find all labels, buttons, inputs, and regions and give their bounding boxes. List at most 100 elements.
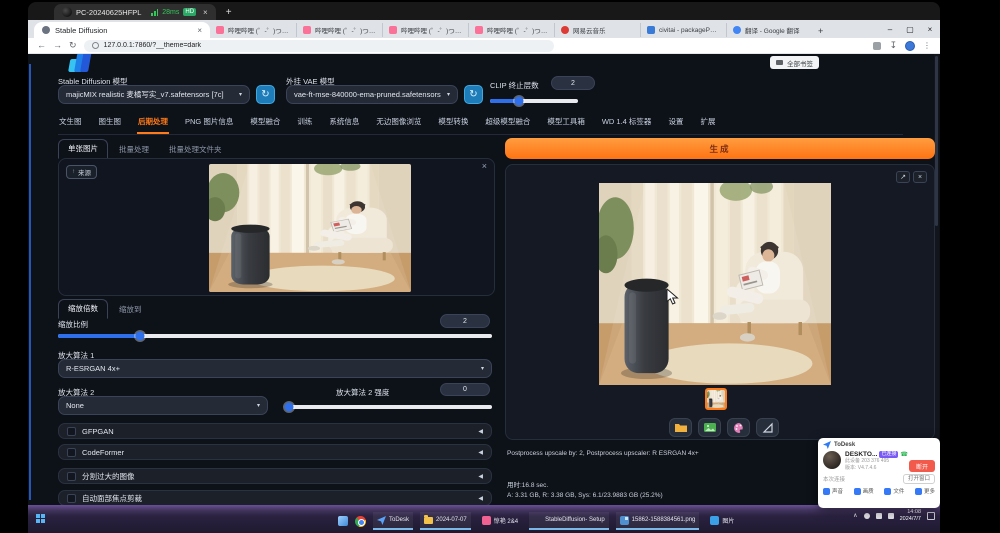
tray-icon[interactable] bbox=[864, 513, 870, 519]
tab-model-toolkit[interactable]: 模型工具箱 bbox=[546, 116, 586, 134]
upscaler2-strength-value[interactable]: 0 bbox=[440, 383, 490, 396]
profile-avatar[interactable] bbox=[905, 41, 915, 51]
tab-settings[interactable]: 设置 bbox=[667, 116, 684, 134]
tab-scale-to[interactable]: 缩放到 bbox=[110, 301, 151, 319]
menu-kebab-icon[interactable]: ⋮ bbox=[923, 41, 931, 50]
close-gallery-icon[interactable]: × bbox=[913, 171, 927, 183]
slider-knob[interactable] bbox=[285, 403, 294, 412]
subtab-single-image[interactable]: 单张图片 bbox=[58, 139, 108, 159]
browser-tab-active[interactable]: Stable Diffusion × bbox=[34, 22, 210, 38]
clip-skip-slider[interactable] bbox=[490, 99, 578, 103]
tab-train[interactable]: 训练 bbox=[296, 116, 313, 134]
fullscreen-icon[interactable]: ↗ bbox=[896, 171, 910, 183]
url-bar[interactable]: 127.0.0.1:7860/?__theme=dark bbox=[84, 40, 554, 52]
extensions-icon[interactable] bbox=[873, 42, 881, 50]
collapse-arrow-icon[interactable]: ◀ bbox=[478, 473, 483, 480]
sd-model-dropdown[interactable]: majicMIX realistic 麦橘写实_v7.safetensors [… bbox=[58, 85, 250, 104]
vae-dropdown[interactable]: vae-ft-mse-840000-ema-pruned.safetensors… bbox=[286, 85, 458, 104]
scale-slider[interactable] bbox=[58, 334, 492, 338]
checkbox[interactable] bbox=[67, 494, 76, 503]
browser-tab[interactable]: 哔哩哔哩 (゜-゜)つロ 干杯~-bili... bbox=[210, 23, 296, 37]
disconnect-button[interactable]: 断开 bbox=[909, 460, 935, 472]
taskbar-item-pictures[interactable]: 图片 bbox=[706, 512, 738, 530]
close-tab-icon[interactable]: × bbox=[197, 26, 202, 35]
new-session-icon[interactable]: + bbox=[226, 7, 232, 18]
tab-img2img[interactable]: 图生图 bbox=[98, 116, 123, 134]
upscaler2-dropdown[interactable]: None ▾ bbox=[58, 396, 268, 415]
checkbox[interactable] bbox=[67, 448, 76, 457]
speaker-icon[interactable] bbox=[876, 513, 882, 519]
source-image[interactable] bbox=[209, 164, 411, 292]
checkbox[interactable] bbox=[67, 472, 76, 481]
refresh-sd-model-button[interactable]: ↻ bbox=[256, 85, 275, 104]
tab-wd14-tagger[interactable]: WD 1.4 标签器 bbox=[601, 116, 653, 134]
remote-session-tab[interactable]: PC-20240625HFPL 28ms HD × bbox=[54, 4, 216, 20]
taskbar-item-png[interactable]: 15862-1588384561.png bbox=[616, 512, 700, 530]
browser-tab[interactable]: civitai - packagePTStudio bbox=[640, 23, 726, 37]
taskbar-item-todesk[interactable]: ToDesk bbox=[373, 512, 413, 530]
send-to-img2img-button[interactable] bbox=[727, 418, 750, 437]
quality-toggle[interactable]: 画质 bbox=[854, 487, 874, 495]
tab-extras[interactable]: 后期处理 bbox=[137, 116, 169, 134]
slider-knob[interactable] bbox=[515, 97, 524, 106]
chrome-icon[interactable] bbox=[355, 516, 366, 527]
notification-center-icon[interactable] bbox=[927, 512, 935, 520]
tab-checkpoint-merger[interactable]: 模型融合 bbox=[249, 116, 281, 134]
save-image-button[interactable] bbox=[698, 418, 721, 437]
reload-icon[interactable]: ↻ bbox=[69, 41, 77, 50]
tab-system-info[interactable]: 系统信息 bbox=[328, 116, 360, 134]
clear-image-icon[interactable]: × bbox=[482, 161, 487, 171]
audio-toggle[interactable]: 声音 bbox=[823, 487, 843, 495]
generate-button[interactable]: 生成 bbox=[505, 138, 935, 159]
minimize-icon[interactable]: – bbox=[880, 25, 900, 34]
phone-icon[interactable]: ☎ bbox=[900, 451, 907, 458]
tab-txt2img[interactable]: 文生图 bbox=[58, 116, 83, 134]
back-icon[interactable]: ← bbox=[37, 41, 46, 50]
taskbar-item-app[interactable]: 惊艳 2&4 bbox=[478, 512, 522, 530]
accordion-codeformer[interactable]: CodeFormer ◀ bbox=[58, 444, 492, 460]
collapse-arrow-icon[interactable]: ◀ bbox=[478, 495, 483, 502]
browser-tab[interactable]: 翻译 - Google 翻译 bbox=[726, 23, 812, 37]
taskbar-item-folder[interactable]: 2024-07-07 bbox=[420, 512, 471, 530]
clip-skip-value[interactable]: 2 bbox=[551, 76, 595, 90]
forward-icon[interactable]: → bbox=[53, 41, 62, 50]
close-session-icon[interactable]: × bbox=[203, 8, 208, 17]
upscaler2-strength-slider[interactable] bbox=[285, 405, 492, 409]
tab-image-browser[interactable]: 无边图像浏览 bbox=[375, 116, 422, 134]
tab-super-merger[interactable]: 超级模型融合 bbox=[484, 116, 531, 134]
taskbar-item-sd-setup[interactable]: StableDiffusion- Setup bbox=[529, 512, 609, 530]
browser-tab[interactable]: 哔哩哔哩 (゜-゜)つロ 干杯~-bili... bbox=[468, 23, 554, 37]
more-button[interactable]: 更多 bbox=[915, 487, 935, 495]
tab-scale-by[interactable]: 缩放倍数 bbox=[58, 299, 108, 319]
tray-expand-icon[interactable]: ∧ bbox=[853, 512, 857, 519]
browser-tab[interactable]: 网易云音乐 bbox=[554, 23, 640, 37]
output-image[interactable] bbox=[599, 183, 831, 385]
start-button[interactable] bbox=[36, 514, 45, 523]
collapse-arrow-icon[interactable]: ◀ bbox=[478, 428, 483, 435]
tab-model-converter[interactable]: 模型转换 bbox=[437, 116, 469, 134]
gallery-thumbnail[interactable] bbox=[705, 388, 727, 410]
task-view-icon[interactable] bbox=[338, 516, 348, 526]
accordion-auto-face-crop[interactable]: 自动面部焦点剪裁 ◀ bbox=[58, 490, 492, 505]
scale-value[interactable]: 2 bbox=[440, 314, 490, 328]
tab-extensions[interactable]: 扩展 bbox=[699, 116, 716, 134]
taskbar-clock[interactable]: 14:08 2024/7/7 bbox=[900, 509, 921, 522]
browser-tab[interactable]: 哔哩哔哩 (゜-゜)つロ 干杯~-bili... bbox=[382, 23, 468, 37]
source-chip[interactable]: ↑ 来源 bbox=[66, 165, 97, 179]
accordion-split-oversized[interactable]: 分割过大的图像 ◀ bbox=[58, 468, 492, 484]
new-tab-icon[interactable]: + bbox=[818, 26, 823, 36]
site-info-icon[interactable] bbox=[92, 42, 99, 49]
close-window-icon[interactable]: × bbox=[920, 25, 940, 34]
tab-png-info[interactable]: PNG 图片信息 bbox=[184, 116, 234, 134]
collapse-arrow-icon[interactable]: ◀ bbox=[478, 449, 483, 456]
slider-knob[interactable] bbox=[136, 332, 145, 341]
accordion-gfpgan[interactable]: GFPGAN ◀ bbox=[58, 423, 492, 439]
send-to-extras-button[interactable] bbox=[756, 418, 779, 437]
source-image-dropzone[interactable]: ↑ 来源 × bbox=[58, 158, 495, 296]
refresh-vae-button[interactable]: ↻ bbox=[464, 85, 483, 104]
browser-tab[interactable]: 哔哩哔哩 (゜-゜)つロ 干杯~-bili... bbox=[296, 23, 382, 37]
subtab-batch-process[interactable]: 批量处理 bbox=[110, 141, 158, 159]
all-bookmarks-button[interactable]: 全部书签 bbox=[770, 56, 819, 69]
subtab-batch-folder[interactable]: 批量处理文件夹 bbox=[160, 141, 231, 159]
open-window-button[interactable]: 打开窗口 bbox=[903, 474, 935, 484]
